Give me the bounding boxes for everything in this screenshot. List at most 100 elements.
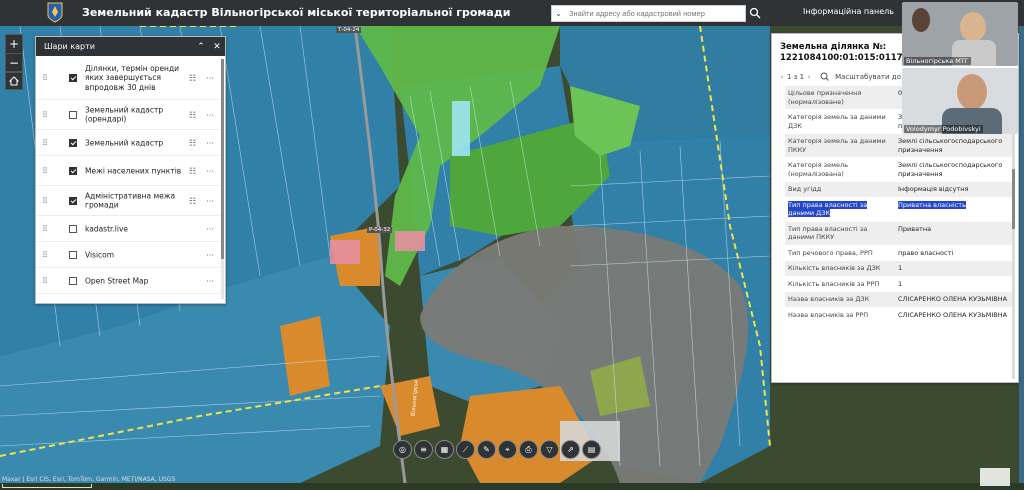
- attribute-row: Назва власників за ДЗК СЛІСАРЕНКО ОЛЕНА К…: [785, 292, 1013, 308]
- legend-icon[interactable]: ☷: [189, 166, 196, 175]
- attribute-key: Тип права власності за даними ПККУ: [788, 224, 868, 242]
- drag-handle-icon[interactable]: ⠿: [42, 110, 48, 119]
- home-button[interactable]: [5, 72, 23, 90]
- layer-item[interactable]: ⠿ Open Street Map ⋯: [36, 268, 222, 294]
- drag-handle-icon[interactable]: ⠿: [42, 166, 48, 175]
- layer-checkbox[interactable]: [69, 224, 77, 233]
- layer-checkbox[interactable]: [69, 250, 77, 259]
- layer-item[interactable]: ⠿ Адміністративна межа громади ☷ ⋯: [36, 186, 222, 216]
- attribute-value: Інформація відсутня: [898, 185, 969, 193]
- drag-handle-icon[interactable]: ⠿: [42, 276, 48, 285]
- road-label: Р-04-32: [367, 227, 393, 233]
- list-icon[interactable]: ≡: [414, 440, 433, 459]
- info-panel-button[interactable]: Інформаційна панель: [803, 7, 894, 16]
- layer-item[interactable]: ⠿ kadastr.live ⋯: [36, 216, 222, 242]
- measure-icon[interactable]: ⟋: [456, 440, 475, 459]
- layer-item[interactable]: ⠿ Межі населених пунктів ☷ ⋯: [36, 156, 222, 186]
- zoom-control: + −: [5, 34, 23, 72]
- layers-list: ⠿ Ділянки, термін оренди яких завершуєтьс…: [36, 56, 222, 294]
- drag-handle-icon[interactable]: ⠿: [42, 196, 48, 205]
- location-icon[interactable]: ⌖: [498, 440, 517, 459]
- layer-label: Адміністративна межа громади: [85, 191, 176, 210]
- attribute-key: Назва власників за РРП: [788, 310, 869, 319]
- video-tile-participant-2[interactable]: Volodymyr Podobivskyi: [902, 68, 1018, 134]
- attribute-row: Кількість власників за РРП 1: [785, 277, 1013, 292]
- more-options-icon[interactable]: ⋯: [206, 166, 214, 175]
- map-toolbar: ◎ ≡ ▦ ⟋ ✎ ⌖ ⎙ ▽ ⇗ ▤: [393, 440, 601, 460]
- next-feature-icon[interactable]: ›: [804, 73, 814, 81]
- globe-icon[interactable]: ◎: [393, 440, 412, 459]
- zoom-to-icon[interactable]: [820, 72, 829, 81]
- more-options-icon[interactable]: ⋯: [206, 224, 214, 233]
- more-options-icon[interactable]: ⋯: [206, 73, 214, 82]
- layer-label: Open Street Map: [85, 275, 149, 285]
- map-attribution: Maxar | Esri CIS, Esri, TomTom, Garmin, …: [2, 476, 176, 483]
- zoom-in-button[interactable]: +: [6, 35, 22, 53]
- layer-label: Visicom: [85, 249, 115, 259]
- search-input[interactable]: [565, 6, 740, 21]
- legend-icon[interactable]: ☷: [189, 73, 196, 82]
- print-icon[interactable]: ⎙: [519, 440, 538, 459]
- more-options-icon[interactable]: ⋯: [206, 138, 214, 147]
- layer-label: Ділянки, термін оренди яких завершується…: [85, 63, 180, 92]
- prev-feature-icon[interactable]: ‹: [777, 73, 787, 81]
- zoom-out-button[interactable]: −: [6, 53, 22, 71]
- layer-checkbox[interactable]: [69, 110, 77, 119]
- attribute-key: Тип речового права, РРП: [788, 248, 873, 257]
- search-box[interactable]: ⌄: [551, 5, 746, 22]
- attribute-key: Вид угідд: [788, 185, 822, 193]
- participant-name: Volodymyr Podobivskyi: [904, 125, 983, 133]
- more-options-icon[interactable]: ⋯: [206, 196, 214, 205]
- attribute-row: Вид угідд Інформація відсутня: [785, 182, 1013, 198]
- participant-avatar: [957, 74, 987, 110]
- coat-of-arms-logo: [47, 2, 63, 23]
- search-icon[interactable]: [749, 7, 761, 19]
- feature-nav-bar: ‹ 1 з 1 › Масштабувати до: [777, 72, 901, 81]
- close-icon[interactable]: ✕: [209, 42, 225, 52]
- layer-label: Земельний кадастр: [85, 137, 164, 147]
- attribute-key: Тип права власності за даними ДЗК: [788, 200, 868, 217]
- attribute-row: Тип права власності за даними ПККУ Приват…: [785, 221, 1013, 246]
- attribute-row: Кількість власників за ДЗК 1: [785, 261, 1013, 277]
- layer-item[interactable]: ⠿ Земельний кадастр (орендарі) ☷ ⋯: [36, 100, 222, 130]
- app-title: Земельний кадастр Вільногірської міської…: [82, 6, 511, 19]
- drag-handle-icon[interactable]: ⠿: [42, 224, 48, 233]
- attribute-value: 1: [898, 279, 903, 288]
- chevron-down-icon[interactable]: ⌄: [552, 9, 565, 18]
- attribute-key: Назва власників за ДЗК: [788, 295, 870, 303]
- layer-checkbox[interactable]: [69, 73, 77, 82]
- attribute-value: СЛІСАРЕНКО ОЛЕНА КУЗЬМІВНА: [898, 295, 1008, 303]
- layers-panel-title: Шари карти: [44, 42, 95, 51]
- layer-checkbox[interactable]: [69, 276, 77, 285]
- attribute-value: Приватна власність: [898, 200, 966, 209]
- layer-item[interactable]: ⠿ Земельний кадастр ☷ ⋯: [36, 130, 222, 156]
- legend-icon[interactable]: ☷: [189, 196, 196, 205]
- drag-handle-icon[interactable]: ⠿: [42, 138, 48, 147]
- table-icon[interactable]: ▤: [582, 440, 601, 459]
- collapse-icon[interactable]: ⌃: [193, 42, 209, 52]
- grid-icon[interactable]: ▦: [435, 440, 454, 459]
- layer-checkbox[interactable]: [69, 166, 77, 175]
- layer-checkbox[interactable]: [69, 196, 77, 205]
- layer-label: kadastr.live: [85, 223, 129, 233]
- attribute-row: Назва власників за РРП СЛІСАРЕНКО ОЛЕНА К…: [785, 308, 1013, 323]
- layers-scrollbar[interactable]: [221, 59, 224, 299]
- drag-handle-icon[interactable]: ⠿: [42, 250, 48, 259]
- share-icon[interactable]: ⇗: [561, 440, 580, 459]
- attribute-row: Категорія земель (нормалізована) Землі сі…: [785, 158, 1013, 182]
- layers-panel-header: Шари карти ⌃ ✕: [36, 37, 225, 56]
- legend-icon[interactable]: ☷: [189, 110, 196, 119]
- filter-icon[interactable]: ▽: [540, 440, 559, 459]
- drag-handle-icon[interactable]: ⠿: [42, 73, 48, 82]
- legend-icon[interactable]: ☷: [189, 138, 196, 147]
- zoom-to-button[interactable]: Масштабувати до: [835, 73, 901, 81]
- layer-item[interactable]: ⠿ Visicom ⋯: [36, 242, 222, 268]
- more-options-icon[interactable]: ⋯: [206, 276, 214, 285]
- video-tile-participant-1[interactable]: Вільногірська МТГ: [902, 2, 1018, 66]
- more-options-icon[interactable]: ⋯: [206, 250, 214, 259]
- attribute-value: Приватна: [898, 224, 932, 233]
- layer-item[interactable]: ⠿ Ділянки, термін оренди яких завершуєтьс…: [36, 56, 222, 100]
- layer-checkbox[interactable]: [69, 138, 77, 147]
- draw-icon[interactable]: ✎: [477, 440, 496, 459]
- more-options-icon[interactable]: ⋯: [206, 110, 214, 119]
